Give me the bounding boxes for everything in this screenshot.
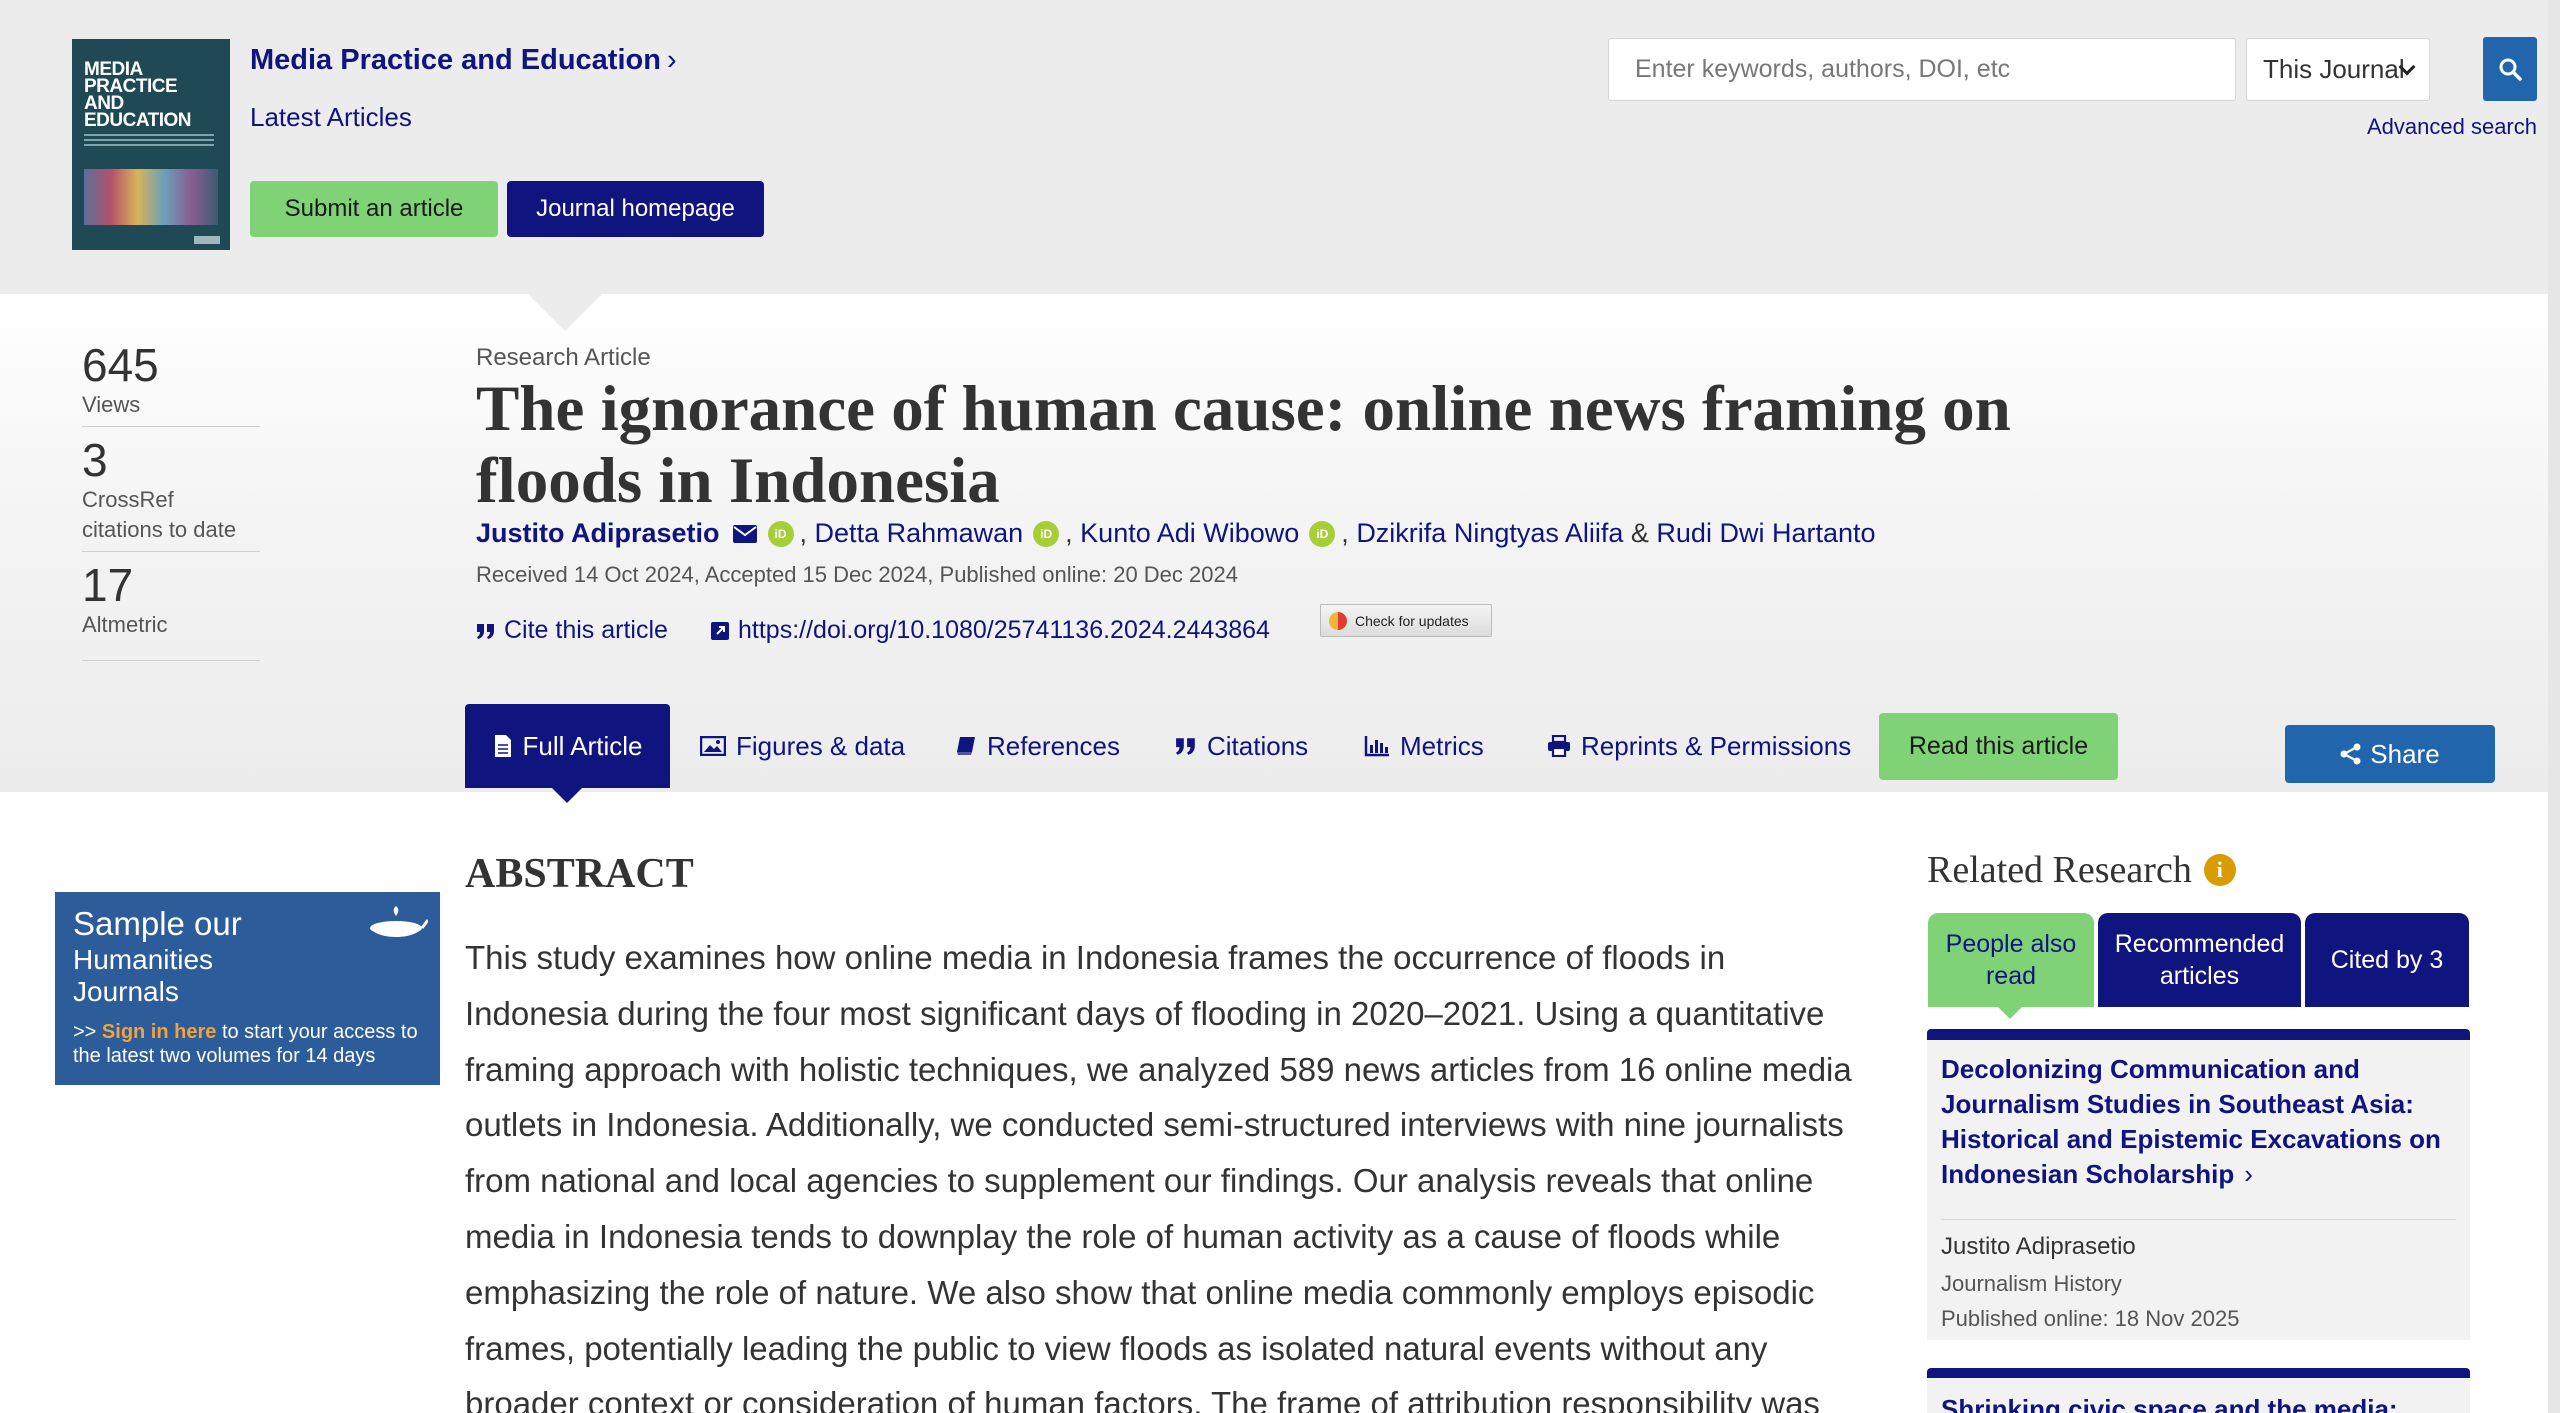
altmetric-count[interactable]: 17 <box>82 560 260 610</box>
check-for-updates-button[interactable]: Check for updates <box>1320 604 1492 637</box>
ad-body: >> Sign in here to start your access to … <box>73 1021 418 1067</box>
crossref-label: CrossRef citations to date <box>82 487 237 542</box>
orcid-icon[interactable]: iD <box>767 520 794 547</box>
related-article-title-link[interactable]: Shrinking civic space and the media: How <box>1941 1392 2441 1413</box>
orcid-icon[interactable]: iD <box>1309 520 1336 547</box>
tab-cited-by[interactable]: Cited by 3 <box>2305 913 2469 1007</box>
ad-sign-in-link[interactable]: Sign in here <box>102 1021 216 1043</box>
submit-article-button[interactable]: Submit an article <box>250 181 498 237</box>
lamp-icon <box>370 906 428 937</box>
related-article-card: Shrinking civic space and the media: How <box>1927 1378 2470 1413</box>
article-type: Research Article <box>476 344 651 371</box>
tab-recommended-articles[interactable]: Recommended articles <box>2098 913 2301 1007</box>
author-link[interactable]: Rudi Dwi Hartanto <box>1656 518 1875 549</box>
info-icon[interactable]: i <box>2203 854 2236 886</box>
related-article-author: Justito Adiprasetio <box>1941 1233 2136 1260</box>
author-list: Justito Adiprasetio iD, Detta Rahmawan i… <box>476 518 1876 549</box>
search-input[interactable] <box>1608 38 2236 101</box>
advanced-search-link[interactable]: Advanced search <box>2367 114 2537 140</box>
author-link[interactable]: Detta Rahmawan <box>815 518 1024 549</box>
tab-full-article[interactable]: Full Article <box>465 704 670 788</box>
share-button[interactable]: Share <box>2285 725 2495 783</box>
related-article-title-link[interactable]: Decolonizing Communication and Journalis… <box>1941 1052 2441 1192</box>
article-dates: Received 14 Oct 2024, Accepted 15 Dec 20… <box>476 562 1238 587</box>
tab-reprints-permissions[interactable]: Reprints & Permissions <box>1547 704 1851 788</box>
header-notch <box>528 294 602 331</box>
doi-link[interactable]: https://doi.org/10.1080/25741136.2024.24… <box>710 616 1270 645</box>
page-scrollbar[interactable] <box>2548 0 2560 1413</box>
views-count: 645 <box>82 339 159 391</box>
author-link[interactable]: Justito Adiprasetio <box>476 518 720 549</box>
article-title: The ignorance of human cause: online new… <box>476 373 2011 517</box>
journal-homepage-button[interactable]: Journal homepage <box>507 181 764 237</box>
tab-metrics[interactable]: Metrics <box>1364 704 1484 788</box>
abstract-text: This study examines how online media in … <box>465 939 1852 1413</box>
share-icon <box>2340 743 2361 765</box>
related-article-date: Published online: 18 Nov 2025 <box>1941 1306 2240 1331</box>
cover-title: MEDIA PRACTICE AND EDUCATION <box>84 59 192 131</box>
read-article-button[interactable]: Read this article <box>1879 713 2118 780</box>
tab-citations[interactable]: Citations <box>1175 704 1308 788</box>
tab-references[interactable]: References <box>955 704 1120 788</box>
abstract-heading: ABSTRACT <box>465 851 694 897</box>
journal-cover-image[interactable]: MEDIA PRACTICE AND EDUCATION <box>72 39 230 250</box>
search-button[interactable] <box>2483 37 2537 101</box>
quote-icon <box>1176 738 1195 755</box>
search-scope-select[interactable]: This Journal <box>2246 38 2430 101</box>
quote-icon <box>477 623 494 639</box>
chevron-right-icon: › <box>666 44 677 76</box>
journal-name-link[interactable]: Media Practice and Education › <box>250 44 677 77</box>
crossref-count: 3 <box>82 434 108 486</box>
card-top-bar <box>1927 1029 2470 1040</box>
book-icon <box>957 737 975 755</box>
image-icon <box>700 736 726 756</box>
article-stats: 645 Views 3 CrossRef citations to date 1… <box>82 340 260 669</box>
tab-figures-data[interactable]: Figures & data <box>700 704 905 788</box>
latest-articles-link[interactable]: Latest Articles <box>250 102 412 133</box>
related-research-title: Related Research i <box>1927 848 2236 892</box>
tab-people-also-read[interactable]: People also read <box>1928 913 2094 1007</box>
related-article-card: Decolonizing Communication and Journalis… <box>1927 1040 2470 1340</box>
orcid-icon[interactable]: iD <box>1033 520 1060 547</box>
envelope-icon[interactable] <box>732 524 758 544</box>
printer-icon <box>1548 735 1570 757</box>
publisher-logo <box>194 236 220 244</box>
document-icon <box>494 735 511 757</box>
views-label: Views <box>82 392 141 417</box>
cover-photo <box>84 169 218 225</box>
ad-heading: Sample our <box>73 905 242 942</box>
bar-chart-icon <box>1364 736 1389 757</box>
author-link[interactable]: Dzikrifa Ningtyas Aliifa <box>1356 518 1623 549</box>
author-link[interactable]: Kunto Adi Wibowo <box>1080 518 1299 549</box>
altmetric-label: Altmetric <box>82 612 168 637</box>
chevron-right-icon: › <box>2244 1159 2253 1189</box>
search-icon <box>2499 58 2522 81</box>
crossmark-icon <box>1329 611 1347 630</box>
ad-subheading: Humanities Journals <box>73 944 214 1007</box>
cite-article-link[interactable]: Cite this article <box>476 616 668 645</box>
related-article-journal: Journalism History <box>1941 1271 2122 1296</box>
humanities-journals-ad[interactable]: Sample our Humanities Journals >> Sign i… <box>55 892 440 1085</box>
external-link-icon <box>711 621 729 640</box>
